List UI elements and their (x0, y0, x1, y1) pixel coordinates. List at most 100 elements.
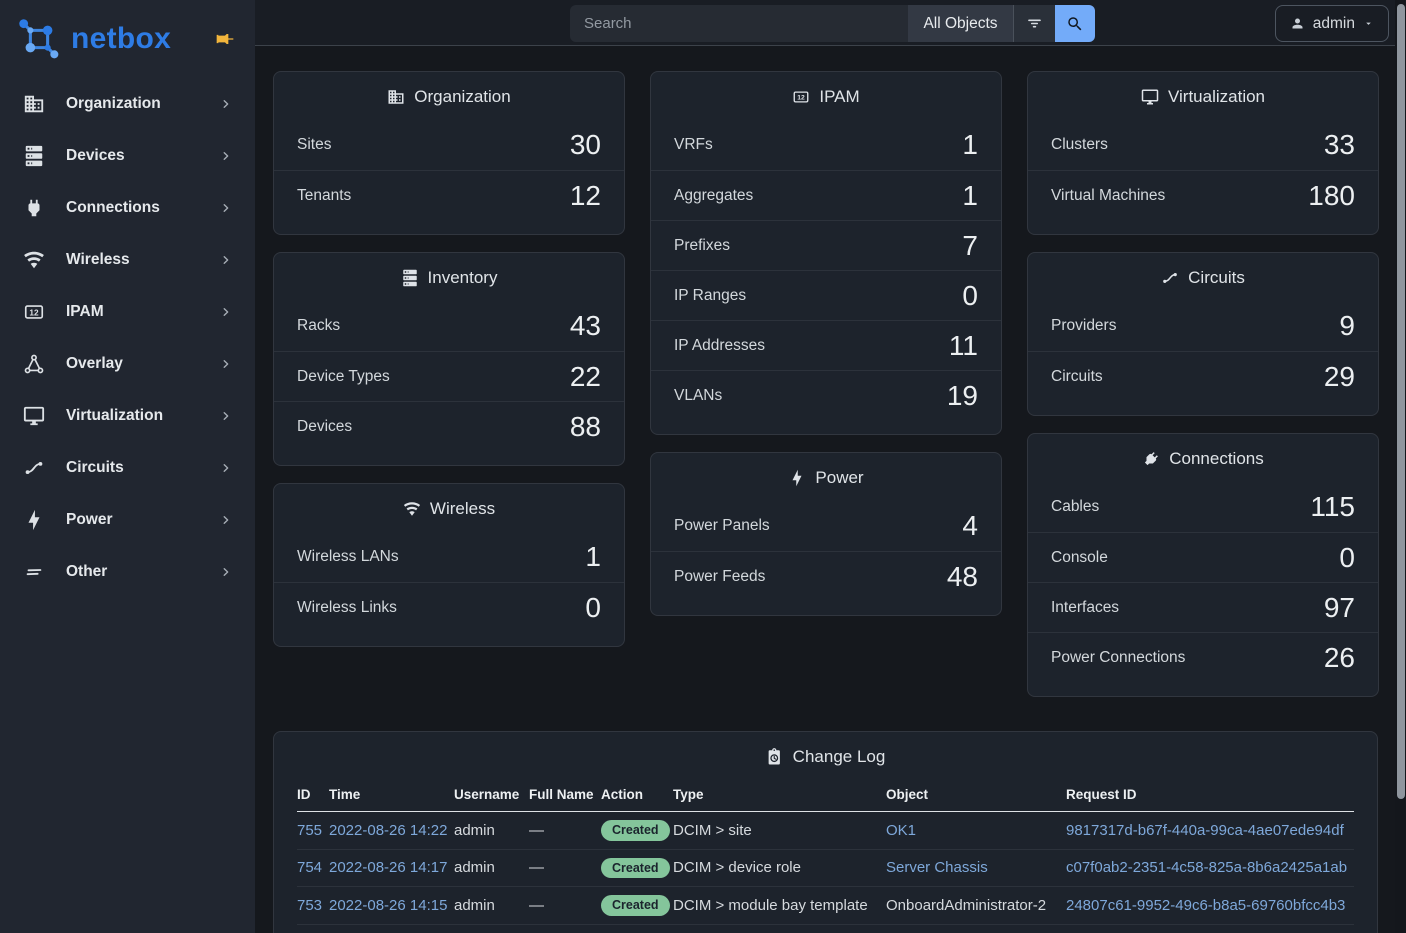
changelog-request-id-link[interactable]: 9817317d-b67f-440a-99ca-4ae07ede94df (1066, 822, 1344, 839)
chevron-right-icon (219, 565, 233, 579)
circuits-card: Circuits Providers 9 Circuits 29 (1027, 252, 1379, 416)
stat-value[interactable]: 0 (585, 592, 601, 624)
search-input[interactable] (570, 5, 908, 42)
stat-label[interactable]: IP Ranges (674, 287, 746, 305)
stat-value[interactable]: 22 (570, 361, 601, 393)
inventory-card: Inventory Racks 43 Device Types 22 Devic… (273, 252, 625, 466)
stat-label[interactable]: Clusters (1051, 136, 1108, 154)
stat-label[interactable]: Device Types (297, 368, 390, 386)
changelog-col-request-id[interactable]: Request ID (1066, 781, 1354, 812)
stat-value[interactable]: 11 (949, 330, 978, 362)
stat-label[interactable]: IP Addresses (674, 337, 765, 355)
changelog-col-username[interactable]: Username (454, 781, 529, 812)
stat-value[interactable]: 48 (947, 561, 978, 593)
changelog-col-type[interactable]: Type (673, 781, 886, 812)
pin-sidebar-icon[interactable] (215, 29, 235, 49)
stat-label[interactable]: Prefixes (674, 237, 730, 255)
monitor-icon (23, 405, 45, 427)
stat-value[interactable]: 19 (947, 380, 978, 412)
changelog-time-link[interactable]: 2022-08-26 14:17 (329, 859, 447, 876)
changelog-id-link[interactable]: 755 (297, 822, 322, 839)
stat-value[interactable]: 1 (962, 129, 978, 161)
stat-value[interactable]: 115 (1310, 491, 1355, 523)
changelog-col-object[interactable]: Object (886, 781, 1066, 812)
stat-value[interactable]: 0 (962, 280, 978, 312)
stat-value[interactable]: 33 (1324, 129, 1355, 161)
changelog-request-id-link[interactable]: c07f0ab2-2351-4c58-825a-8b6a2425a1ab (1066, 859, 1347, 876)
virtualization-card: Virtualization Clusters 33 Virtual Machi… (1027, 71, 1379, 235)
changelog-col-action[interactable]: Action (601, 781, 673, 812)
sidebar-item-organization[interactable]: Organization (0, 78, 255, 130)
changelog-time-link[interactable]: 2022-08-26 14:22 (329, 822, 447, 839)
changelog-card: Change Log IDTimeUsernameFull NameAction… (273, 731, 1378, 933)
changelog-col-time[interactable]: Time (329, 781, 454, 812)
action-badge: Created (601, 820, 670, 841)
stat-label[interactable]: Circuits (1051, 368, 1103, 386)
stat-label[interactable]: Sites (297, 136, 331, 154)
sidebar-item-circuits[interactable]: Circuits (0, 442, 255, 494)
object-type-dropdown[interactable]: All Objects (908, 5, 1013, 42)
sidebar-item-connections[interactable]: Connections (0, 182, 255, 234)
stat-value[interactable]: 12 (570, 180, 601, 212)
changelog-object-link[interactable]: OK1 (886, 822, 916, 839)
user-menu-button[interactable]: admin (1275, 5, 1389, 42)
stat-value[interactable]: 43 (570, 310, 601, 342)
search-button[interactable] (1055, 5, 1095, 42)
changelog-col-id[interactable]: ID (297, 781, 329, 812)
lightning-icon (23, 509, 45, 531)
stat-label[interactable]: Providers (1051, 317, 1116, 335)
stat-label[interactable]: Tenants (297, 187, 351, 205)
stat-label[interactable]: Racks (297, 317, 340, 335)
changelog-request-id-link[interactable]: 24807c61-9952-49c6-b8a5-69760bfcc4b3 (1066, 897, 1345, 914)
sidebar-item-other[interactable]: Other (0, 546, 255, 598)
stat-value[interactable]: 29 (1324, 361, 1355, 393)
stat-label[interactable]: Devices (297, 418, 352, 436)
stat-value[interactable]: 1 (585, 541, 601, 573)
stat-value[interactable]: 88 (570, 411, 601, 443)
sidebar-item-wireless[interactable]: Wireless (0, 234, 255, 286)
chevron-right-icon (219, 357, 233, 371)
stat-label[interactable]: VLANs (674, 387, 722, 405)
sidebar-item-overlay[interactable]: Overlay (0, 338, 255, 390)
stat-label[interactable]: Console (1051, 549, 1108, 567)
stat-label[interactable]: Wireless LANs (297, 548, 399, 566)
chevron-right-icon (219, 97, 233, 111)
sidebar-item-devices[interactable]: Devices (0, 130, 255, 182)
stat-label[interactable]: Power Feeds (674, 568, 765, 586)
changelog-id-link[interactable]: 754 (297, 859, 322, 876)
changelog-id-link[interactable]: 753 (297, 897, 322, 914)
stat-value[interactable]: 97 (1324, 592, 1355, 624)
wifi-icon (23, 249, 45, 271)
stat-value[interactable]: 1 (962, 180, 978, 212)
stat-value[interactable]: 180 (1308, 180, 1355, 212)
changelog-object-link[interactable]: Server Chassis (886, 859, 988, 876)
page-scrollbar[interactable] (1395, 0, 1406, 933)
stat-label[interactable]: Aggregates (674, 187, 753, 205)
changelog-time-link[interactable]: 2022-08-26 14:15 (329, 897, 447, 914)
changelog-fullname: — (529, 849, 601, 887)
connections-card: Connections Cables 115 Console 0 Interfa… (1027, 433, 1379, 697)
filter-button[interactable] (1013, 5, 1055, 42)
stat-label[interactable]: Interfaces (1051, 599, 1119, 617)
stat-value[interactable]: 26 (1324, 642, 1355, 674)
stat-value[interactable]: 4 (962, 510, 978, 542)
sidebar-item-ipam[interactable]: 12 IPAM (0, 286, 255, 338)
route-icon (1161, 269, 1179, 287)
netbox-logo[interactable]: netbox (16, 16, 171, 62)
stat-label[interactable]: VRFs (674, 136, 713, 154)
sidebar-item-power[interactable]: Power (0, 494, 255, 546)
stat-value[interactable]: 0 (1339, 542, 1355, 574)
changelog-col-full-name[interactable]: Full Name (529, 781, 601, 812)
chevron-right-icon (219, 149, 233, 163)
stat-value[interactable]: 7 (962, 230, 978, 262)
stat-label[interactable]: Wireless Links (297, 599, 397, 617)
stat-label[interactable]: Power Panels (674, 517, 770, 535)
stat-label[interactable]: Virtual Machines (1051, 187, 1165, 205)
stat-value[interactable]: 30 (570, 129, 601, 161)
stat-label[interactable]: Power Connections (1051, 649, 1185, 667)
sidebar-item-virtualization[interactable]: Virtualization (0, 390, 255, 442)
stat-value[interactable]: 9 (1339, 310, 1355, 342)
stat-label[interactable]: Cables (1051, 498, 1099, 516)
changelog-username: admin (454, 812, 529, 850)
scrollbar-thumb[interactable] (1397, 4, 1405, 799)
